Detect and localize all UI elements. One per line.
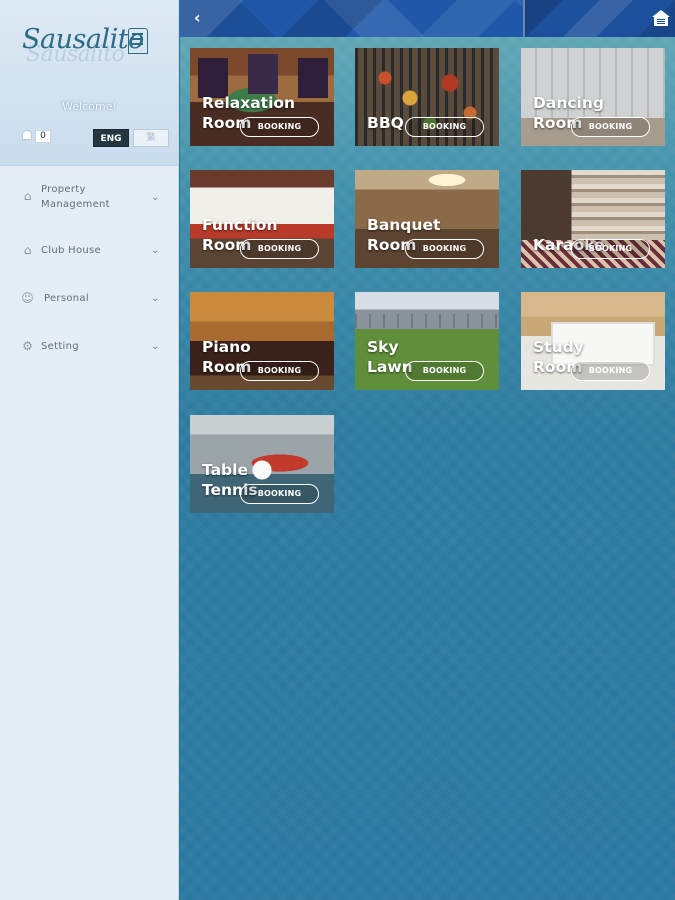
facility-card-function-room[interactable]: Function Room BOOKING [190,170,334,268]
facility-card-table-tennis[interactable]: Table Tennis BOOKING [190,415,334,513]
welcome-text: Welcome! [62,100,117,113]
facility-card-dancing-room[interactable]: Dancing Room BOOKING [521,48,665,146]
bell-icon[interactable] [21,130,33,142]
facility-card-study-room[interactable]: Study Room BOOKING [521,292,665,390]
lang-eng-button[interactable]: ENG [93,129,129,147]
sidebar-item-club-house[interactable]: ⌂ Club House ⌄ [0,224,179,272]
chevron-down-icon: ⌄ [151,245,160,256]
facility-grid: Relaxation Room BOOKING BBQ BOOKING Danc… [180,37,675,900]
property-icon: ⌂ [23,189,32,203]
chevron-down-icon: ⌄ [151,341,160,352]
facility-card-sky-lawn[interactable]: Sky Lawn BOOKING [355,292,499,390]
sidebar-menu: ⌂ Property Management ⌄ ⌂ Club House ⌄ ☺… [0,166,179,368]
booking-button[interactable]: BOOKING [240,484,319,504]
sidebar-item-label: Personal [44,293,89,304]
booking-button[interactable]: BOOKING [240,361,319,381]
sidebar-item-property-management[interactable]: ⌂ Property Management ⌄ [0,166,179,224]
logo: Sausalito Sausalito [22,24,157,72]
facility-card-piano-room[interactable]: Piano Room BOOKING [190,292,334,390]
booking-button[interactable]: BOOKING [571,239,650,259]
facility-card-relaxation-room[interactable]: Relaxation Room BOOKING [190,48,334,146]
chevron-left-icon[interactable]: ‹ [194,10,208,26]
sidebar-item-label: Property Management [41,184,110,210]
logo-reflection: Sausalito [26,42,125,67]
booking-button[interactable]: BOOKING [405,117,484,137]
home-icon[interactable] [652,10,670,26]
clubhouse-icon: ⌂ [23,243,32,257]
chevron-down-icon: ⌄ [151,192,160,203]
booking-button[interactable]: BOOKING [405,239,484,259]
booking-button[interactable]: BOOKING [240,117,319,137]
sidebar: Sausalito Sausalito Welcome! 0 ENG 繁 ⌂ P… [0,0,179,900]
building-icon [128,28,148,54]
notification-count[interactable]: 0 [35,130,51,143]
booking-button[interactable]: BOOKING [571,361,650,381]
sidebar-item-label: Club House [41,245,101,256]
booking-button[interactable]: BOOKING [571,117,650,137]
sidebar-item-setting[interactable]: ⚙ Setting ⌄ [0,320,179,368]
sidebar-item-personal[interactable]: ☺ Personal ⌄ [0,272,179,320]
lang-tc-button[interactable]: 繁 [133,129,169,147]
chevron-down-icon: ⌄ [151,293,160,304]
person-icon: ☺ [21,291,34,305]
gear-icon: ⚙ [22,339,33,353]
facility-card-karaoke[interactable]: Karaoke BOOKING [521,170,665,268]
sidebar-header: Sausalito Sausalito Welcome! 0 ENG 繁 [0,0,178,166]
facility-card-banquet-room[interactable]: Banquet Room BOOKING [355,170,499,268]
facility-card-bbq[interactable]: BBQ BOOKING [355,48,499,146]
booking-button[interactable]: BOOKING [240,239,319,259]
sidebar-item-label: Setting [41,341,79,352]
booking-button[interactable]: BOOKING [405,361,484,381]
top-bar [180,0,675,37]
